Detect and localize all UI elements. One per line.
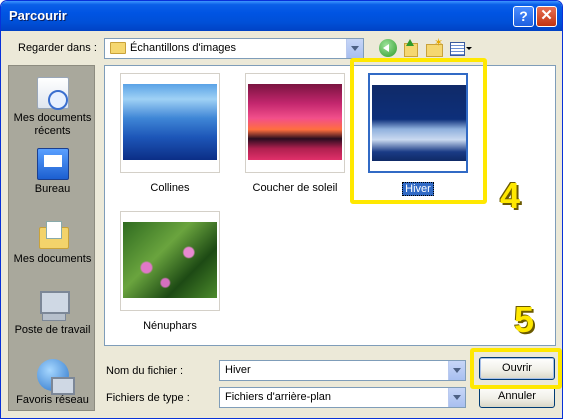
title-bar[interactable]: Parcourir ? ✕ — [1, 1, 562, 31]
filename-field[interactable]: Hiver — [219, 360, 466, 381]
my-documents-icon — [37, 218, 69, 250]
desktop-icon — [36, 148, 69, 180]
close-button[interactable]: ✕ — [536, 6, 557, 27]
file-item-coucher-de-soleil[interactable]: Coucher de soleil — [245, 73, 345, 194]
thumbnail — [120, 211, 220, 311]
new-folder-icon[interactable] — [425, 36, 443, 57]
image-thumbnail — [123, 84, 217, 160]
places-item-label: Favoris réseau — [16, 394, 89, 406]
help-button[interactable]: ? — [513, 6, 534, 27]
filetype-value: Fichiers d'arrière-plan — [225, 391, 332, 403]
file-name: Collines — [150, 182, 190, 194]
up-folder-icon[interactable] — [401, 39, 419, 57]
places-item-label: Poste de travail — [14, 324, 91, 336]
back-icon[interactable] — [379, 39, 397, 57]
file-name: Nénuphars — [143, 320, 197, 332]
chevron-down-icon[interactable] — [346, 39, 363, 58]
thumbnail — [245, 73, 345, 173]
network-icon — [36, 359, 75, 395]
file-item-nenuphars[interactable]: Nénuphars — [120, 211, 220, 332]
computer-icon — [37, 289, 70, 321]
filename-value: Hiver — [225, 364, 251, 376]
places-bar: Mes documents récents Bureau Mes documen… — [8, 65, 95, 411]
file-list: Collines Coucher de soleil Hiver Nénupha… — [104, 65, 556, 346]
look-in-value: Échantillons d'images — [130, 42, 237, 54]
step-4-highlight — [350, 58, 487, 204]
places-item-label: Bureau — [34, 183, 71, 195]
step-4-number: 4 — [500, 175, 521, 216]
places-item-label: Mes documents — [13, 253, 92, 265]
places-item-computer[interactable]: Poste de travail — [9, 289, 96, 337]
look-in-label: Regarder dans : — [18, 42, 97, 54]
chevron-down-icon[interactable] — [448, 361, 465, 380]
file-item-collines[interactable]: Collines — [120, 73, 220, 194]
filetype-dropdown[interactable]: Fichiers d'arrière-plan — [219, 387, 466, 408]
recent-documents-icon — [36, 77, 69, 110]
step-5-number: 5 — [514, 299, 535, 340]
places-item-network[interactable]: Favoris réseau — [9, 359, 96, 407]
places-item-documents[interactable]: Mes documents — [9, 218, 96, 266]
look-in-dropdown[interactable]: Échantillons d'images — [104, 38, 364, 59]
views-menu-icon[interactable] — [449, 39, 473, 57]
places-item-recent[interactable]: Mes documents récents — [9, 77, 96, 138]
file-name: Coucher de soleil — [252, 182, 338, 194]
filetype-label: Fichiers de type : — [106, 392, 190, 404]
window-title: Parcourir — [9, 8, 67, 23]
places-item-desktop[interactable]: Bureau — [9, 148, 96, 196]
places-item-label: Mes documents récents — [13, 112, 92, 137]
chevron-down-icon[interactable] — [448, 388, 465, 407]
browse-dialog: Parcourir ? ✕ Regarder dans : Échantillo… — [0, 0, 563, 419]
folder-icon — [110, 42, 126, 54]
image-thumbnail — [248, 84, 342, 160]
step-5-highlight — [470, 348, 562, 389]
filename-label: Nom du fichier : — [106, 365, 184, 377]
thumbnail — [120, 73, 220, 173]
image-thumbnail — [123, 222, 217, 298]
